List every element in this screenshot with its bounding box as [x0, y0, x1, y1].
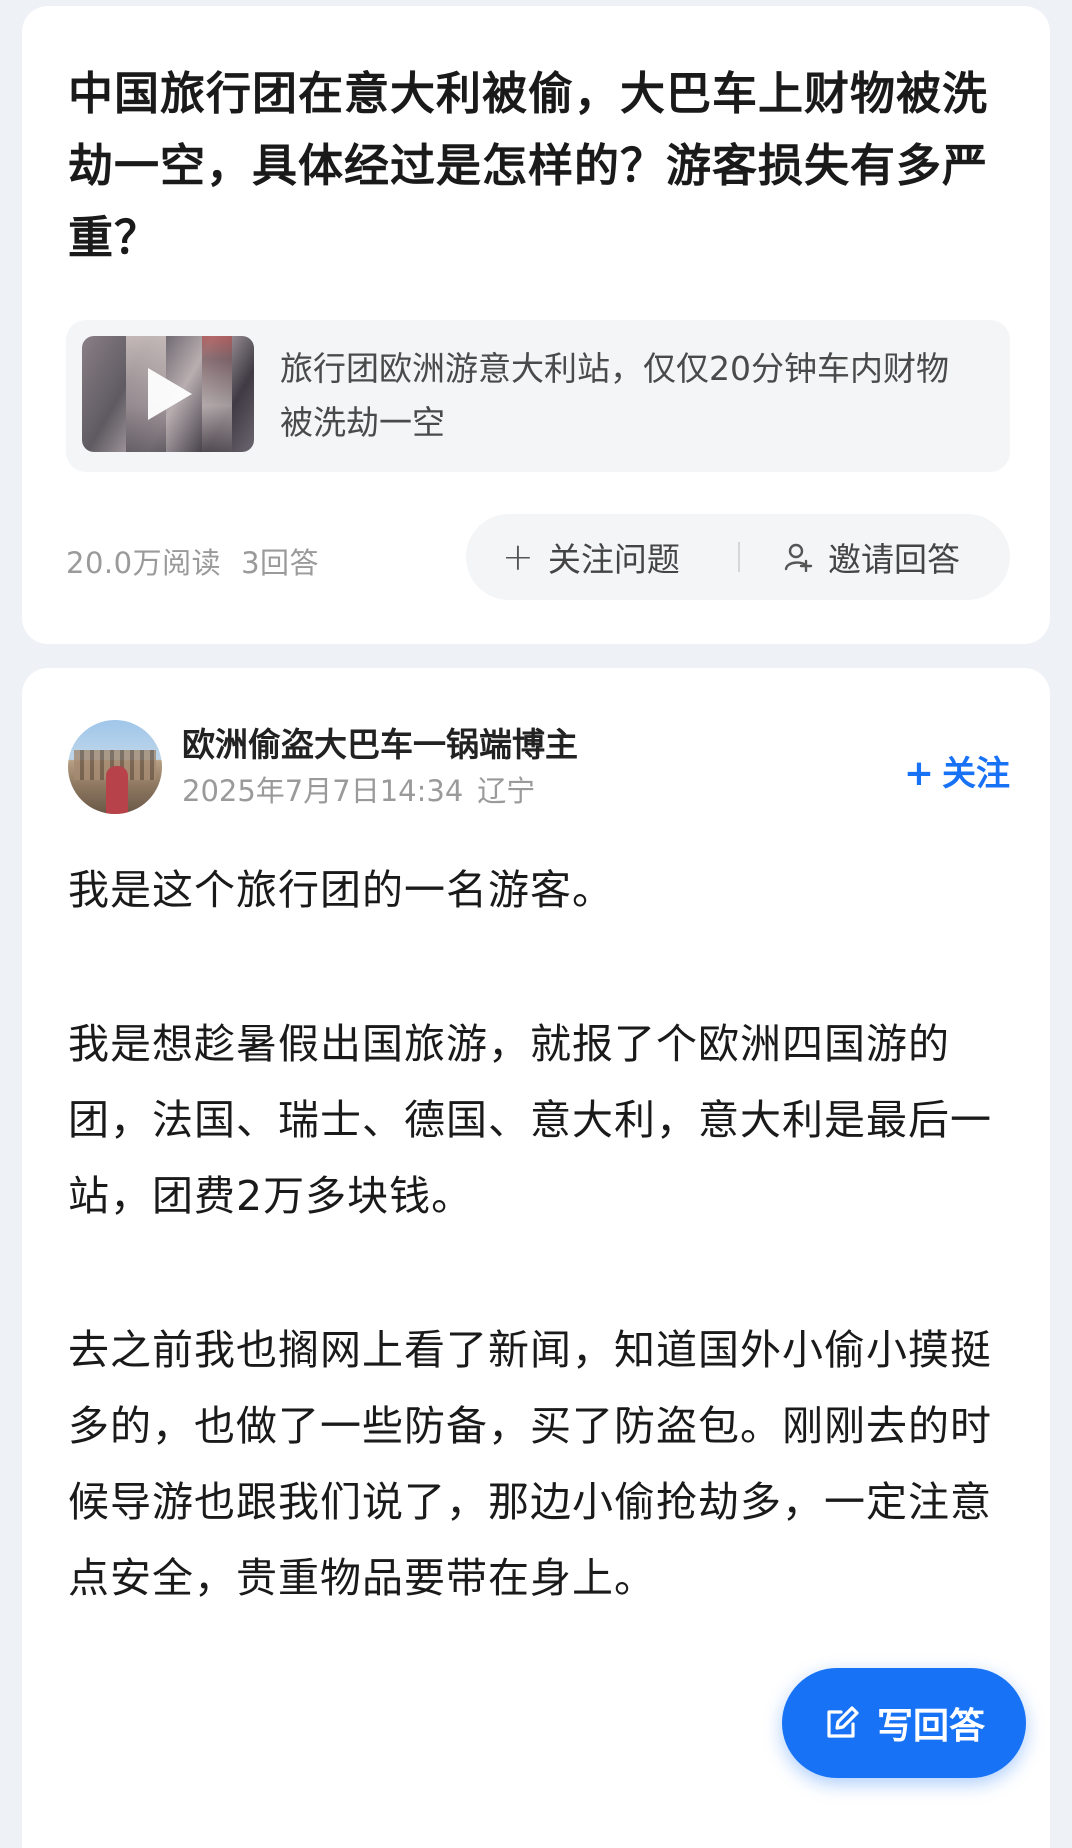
- answer-count[interactable]: 3回答: [241, 546, 319, 580]
- follow-question-button[interactable]: + 关注问题: [502, 514, 680, 600]
- write-answer-label: 写回答: [876, 1706, 985, 1747]
- video-preview[interactable]: 旅行团欧洲游意大利站，仅仅20分钟车内财物被洗劫一空: [66, 320, 1010, 472]
- answer-paragraph: 我是这个旅行团的一名游客。: [68, 866, 614, 914]
- video-caption[interactable]: 旅行团欧洲游意大利站，仅仅20分钟车内财物被洗劫一空: [280, 342, 980, 450]
- write-answer-button[interactable]: 写回答: [782, 1668, 1026, 1778]
- divider: [738, 542, 740, 572]
- answer-body: 我是这个旅行团的一名游客。 我是想趁暑假出国旅游，就报了个欧洲四国游的团，法国、…: [68, 774, 1018, 1616]
- plus-icon: +: [502, 535, 534, 579]
- question-stats: 20.0万阅读 3回答: [66, 540, 319, 582]
- question-card: 中国旅行团在意大利被偷，大巴车上财物被洗劫一空，具体经过是怎样的？游客损失有多严…: [22, 6, 1050, 644]
- question-title[interactable]: 中国旅行团在意大利被偷，大巴车上财物被洗劫一空，具体经过是怎样的？游客损失有多严…: [68, 58, 1028, 274]
- edit-icon: [827, 1706, 859, 1738]
- answer-paragraph: 去之前我也搁网上看了新闻，知道国外小偷小摸挺多的，也做了一些防备，买了防盗包。刚…: [68, 1326, 992, 1602]
- invite-answer-button[interactable]: 邀请回答: [784, 514, 960, 600]
- question-actions: + 关注问题 邀请回答: [466, 514, 1010, 600]
- answer-paragraph: 我是想趁暑假出国旅游，就报了个欧洲四国游的团，法国、瑞士、德国、意大利，意大利是…: [68, 1020, 992, 1220]
- video-thumbnail[interactable]: [82, 336, 254, 452]
- follow-question-label: 关注问题: [547, 540, 680, 579]
- author-name[interactable]: 欧洲偷盗大巴车一锅端博主: [182, 718, 578, 766]
- person-plus-icon: [784, 543, 813, 572]
- invite-answer-label: 邀请回答: [828, 540, 960, 579]
- view-count: 20.0万阅读: [66, 546, 222, 580]
- play-icon[interactable]: [148, 368, 192, 420]
